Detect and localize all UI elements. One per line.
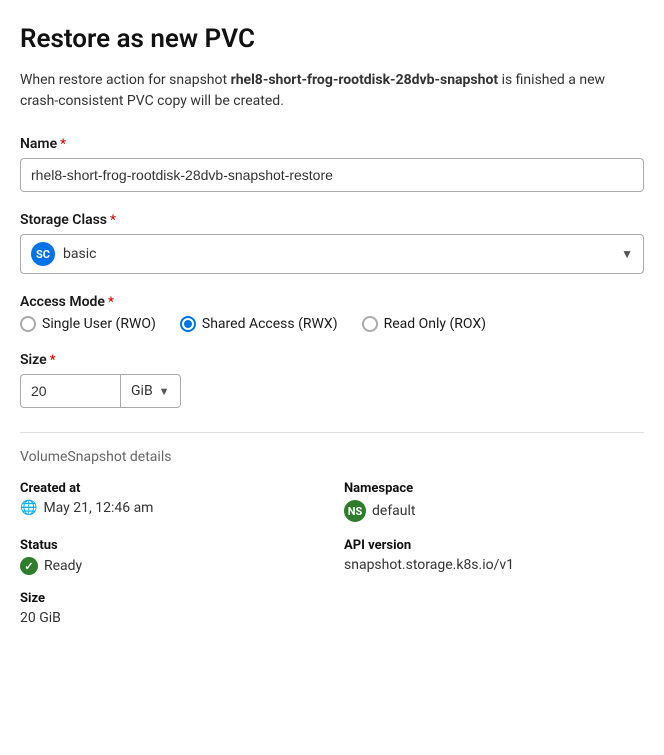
created-at-label: Created at [20, 481, 320, 496]
api-version-label: API version [344, 538, 644, 553]
name-field-section: Name * [20, 136, 644, 192]
description-text: When restore action for snapshot rhel8-s… [20, 70, 644, 112]
access-mode-required-star: * [108, 295, 114, 310]
radio-label-rwo: Single User (RWO) [42, 316, 156, 332]
size-required-star: * [50, 353, 56, 368]
name-label: Name * [20, 136, 644, 152]
storage-class-section: Storage Class * SC basic ▼ [20, 212, 644, 274]
access-mode-label: Access Mode * [20, 294, 644, 310]
size-field-section: Size * GiB ▼ [20, 352, 644, 408]
status-value: Ready [20, 557, 320, 575]
storage-class-label: Storage Class * [20, 212, 644, 228]
status-label: Status [20, 538, 320, 553]
size-label: Size * [20, 352, 644, 368]
created-at-text: May 21, 12:46 am [43, 500, 153, 516]
api-version-item: API version snapshot.storage.k8s.io/v1 [344, 538, 644, 575]
details-section-title: VolumeSnapshot details [20, 449, 644, 465]
size-unit-select[interactable]: GiB ▼ [120, 374, 181, 408]
storage-class-required-star: * [110, 213, 116, 228]
name-required-star: * [60, 137, 66, 152]
status-item: Status Ready [20, 538, 320, 575]
name-input[interactable] [20, 158, 644, 192]
status-text: Ready [44, 558, 82, 574]
api-version-value: snapshot.storage.k8s.io/v1 [344, 557, 644, 573]
radio-label-rox: Read Only (ROX) [384, 316, 486, 332]
namespace-value: NS default [344, 500, 644, 522]
unit-chevron-down-icon: ▼ [159, 385, 170, 398]
namespace-text: default [372, 503, 416, 519]
radio-option-rwo[interactable]: Single User (RWO) [20, 316, 156, 332]
radio-option-rox[interactable]: Read Only (ROX) [362, 316, 486, 332]
snapshot-size-text: 20 GiB [20, 610, 61, 626]
chevron-down-icon: ▼ [621, 247, 633, 261]
details-grid: Created at 🌐 May 21, 12:46 am Namespace … [20, 481, 644, 626]
status-check-icon [20, 557, 38, 575]
radio-label-rwx: Shared Access (RWX) [202, 316, 338, 332]
storage-class-value: basic [63, 246, 621, 262]
created-at-value: 🌐 May 21, 12:46 am [20, 500, 320, 516]
snapshot-name-bold: rhel8-short-frog-rootdisk-28dvb-snapshot [231, 72, 499, 88]
snapshot-size-value: 20 GiB [20, 610, 320, 626]
radio-input-rwo[interactable] [20, 316, 36, 332]
access-mode-section: Access Mode * Single User (RWO) Shared A… [20, 294, 644, 332]
radio-option-rwx[interactable]: Shared Access (RWX) [180, 316, 338, 332]
snapshot-size-label: Size [20, 591, 320, 606]
access-mode-radio-group: Single User (RWO) Shared Access (RWX) Re… [20, 316, 644, 332]
section-divider [20, 432, 644, 433]
created-at-item: Created at 🌐 May 21, 12:46 am [20, 481, 320, 522]
description-prefix: When restore action for snapshot [20, 72, 231, 88]
size-row: GiB ▼ [20, 374, 644, 408]
page-title: Restore as new PVC [20, 24, 644, 54]
api-version-text: snapshot.storage.k8s.io/v1 [344, 557, 514, 573]
snapshot-size-item: Size 20 GiB [20, 591, 320, 626]
globe-icon: 🌐 [20, 500, 37, 516]
namespace-label: Namespace [344, 481, 644, 496]
storage-class-select[interactable]: SC basic ▼ [20, 234, 644, 274]
sc-badge: SC [31, 242, 55, 266]
size-unit-value: GiB [131, 383, 153, 399]
namespace-item: Namespace NS default [344, 481, 644, 522]
ns-badge: NS [344, 500, 366, 522]
radio-input-rox[interactable] [362, 316, 378, 332]
size-input[interactable] [20, 374, 120, 408]
radio-input-rwx[interactable] [180, 316, 196, 332]
